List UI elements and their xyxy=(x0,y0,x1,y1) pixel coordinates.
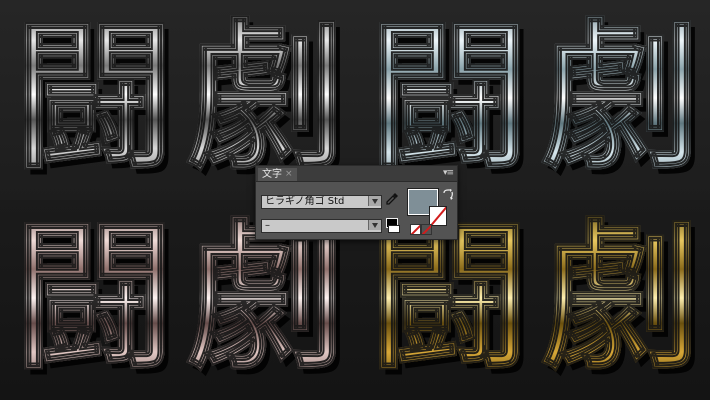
glyph-geki: 劇 劇 xyxy=(176,7,355,194)
glyph-to: 闘 闘 xyxy=(4,7,184,194)
stroke-none-swatch[interactable] xyxy=(429,206,447,226)
panel-menu-icon[interactable]: ▾≡ xyxy=(443,168,454,179)
close-icon[interactable]: × xyxy=(285,168,293,181)
chevron-down-icon[interactable] xyxy=(368,196,381,206)
font-style-select[interactable]: – xyxy=(261,219,382,233)
glyph-to: 闘 闘 xyxy=(359,7,539,194)
font-family-select[interactable]: ヒラギノ角ゴ Std xyxy=(261,195,382,209)
none-color-icon[interactable] xyxy=(410,224,421,235)
eyedropper-icon[interactable] xyxy=(384,192,400,208)
glyph-geki: 劇 劇 xyxy=(531,7,710,194)
tab-character[interactable]: 文字 × xyxy=(258,168,297,181)
swap-fill-stroke-icon[interactable] xyxy=(442,189,454,201)
default-colors-icon[interactable] xyxy=(386,218,400,233)
glyph-geki: 劇 劇 xyxy=(531,207,710,394)
font-family-value: ヒラギノ角ゴ Std xyxy=(265,196,345,207)
default-white-swatch xyxy=(388,225,400,233)
chevron-down-icon[interactable] xyxy=(368,220,381,230)
swap-icon xyxy=(443,189,453,200)
eyedropper-icon xyxy=(386,193,398,205)
panel-header: 文字 × ▾≡ xyxy=(256,166,457,182)
tab-label: 文字 xyxy=(262,169,282,180)
stroke-none-icon[interactable] xyxy=(421,224,432,235)
font-style-value: – xyxy=(265,220,270,231)
glyph-to: 闘 闘 xyxy=(4,207,184,394)
